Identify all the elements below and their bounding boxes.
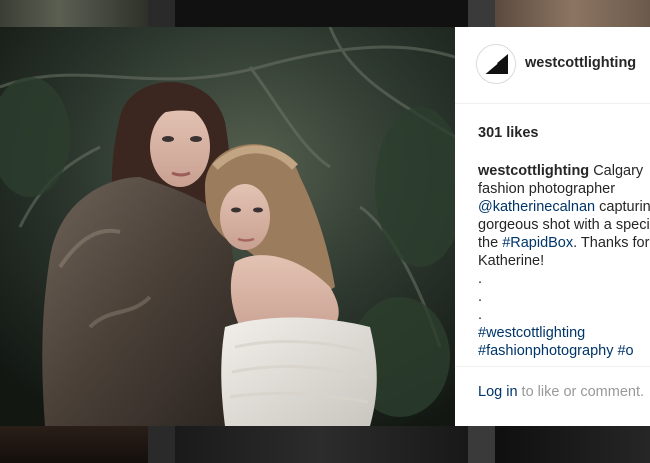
login-suffix: to like or comment. bbox=[517, 384, 645, 400]
likes-count[interactable]: 301 likes bbox=[478, 125, 538, 141]
login-prompt: Log in to like or comment. bbox=[478, 384, 644, 400]
hashtag-link[interactable]: #fashionphotography bbox=[478, 343, 613, 359]
post-photo-image bbox=[0, 27, 455, 426]
post-side-panel: westcottlighting 301 likes westcottlight… bbox=[455, 27, 650, 426]
feed-thumbnail[interactable] bbox=[495, 0, 650, 27]
post-caption: westcottlighting Calgary fashion photogr… bbox=[478, 162, 650, 360]
feed-gap bbox=[468, 0, 495, 27]
caption-line: fashion photographer bbox=[478, 181, 616, 197]
background-feed-top bbox=[0, 0, 650, 27]
post-photo[interactable] bbox=[0, 27, 455, 426]
caption-dot: . bbox=[478, 307, 483, 323]
caption-line: #fashionphotography #o bbox=[478, 342, 650, 360]
westcott-logo-icon bbox=[483, 54, 508, 75]
caption-dot: . bbox=[478, 271, 483, 287]
caption-line: gorgeous shot with a special bbox=[478, 217, 650, 233]
feed-thumbnail[interactable] bbox=[175, 0, 468, 27]
login-link[interactable]: Log in bbox=[478, 384, 518, 400]
caption-line: westcottlighting Calgary bbox=[478, 162, 650, 180]
hashtag-link[interactable]: #westcottlighting bbox=[478, 325, 585, 341]
feed-gap bbox=[148, 0, 175, 27]
caption-text: the bbox=[478, 235, 503, 251]
hashtag-link[interactable]: #o bbox=[617, 343, 633, 359]
feed-gap bbox=[148, 426, 175, 463]
caption-line: Katherine! bbox=[478, 253, 545, 269]
hashtag-link[interactable]: #RapidBox bbox=[502, 235, 573, 251]
post-header: westcottlighting bbox=[455, 27, 650, 104]
caption-line: the #RapidBox. Thanks for bbox=[478, 234, 650, 252]
caption-text: . Thanks for bbox=[573, 235, 650, 251]
caption-line: @katherinecalnan capturing bbox=[478, 198, 650, 216]
feed-thumbnail[interactable] bbox=[0, 426, 148, 463]
feed-thumbnail[interactable] bbox=[495, 426, 650, 463]
background-feed-bottom bbox=[0, 426, 650, 463]
caption-line: #westcottlighting bbox=[478, 324, 650, 342]
feed-thumbnail[interactable] bbox=[175, 426, 468, 463]
header-username[interactable]: westcottlighting bbox=[525, 55, 636, 71]
feed-gap bbox=[468, 426, 495, 463]
post-modal: westcottlighting 301 likes westcottlight… bbox=[0, 27, 650, 426]
post-footer: Log in to like or comment. bbox=[455, 366, 650, 426]
mention-link[interactable]: @katherinecalnan bbox=[478, 199, 595, 215]
caption-text: capturing bbox=[599, 199, 650, 215]
feed-thumbnail[interactable] bbox=[0, 0, 148, 27]
caption-dot: . bbox=[478, 289, 483, 305]
caption-text: Calgary bbox=[589, 163, 644, 179]
caption-author[interactable]: westcottlighting bbox=[478, 163, 589, 179]
avatar[interactable] bbox=[476, 44, 516, 84]
